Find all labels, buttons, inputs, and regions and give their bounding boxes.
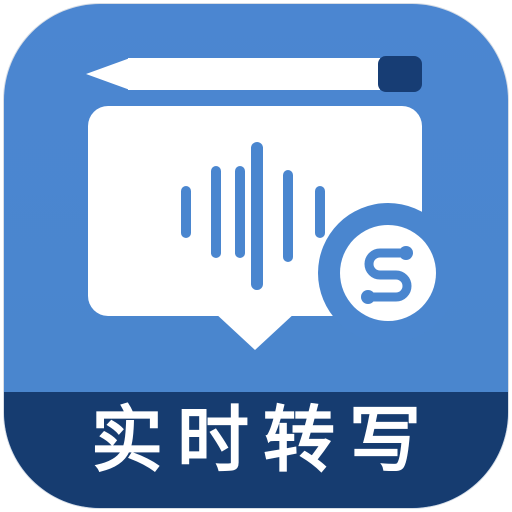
pencil-icon [86,56,422,92]
app-label: 实时转写 [90,398,435,482]
s-node-badge-icon [318,203,458,343]
app-icon[interactable]: 实时转写 [0,0,512,512]
